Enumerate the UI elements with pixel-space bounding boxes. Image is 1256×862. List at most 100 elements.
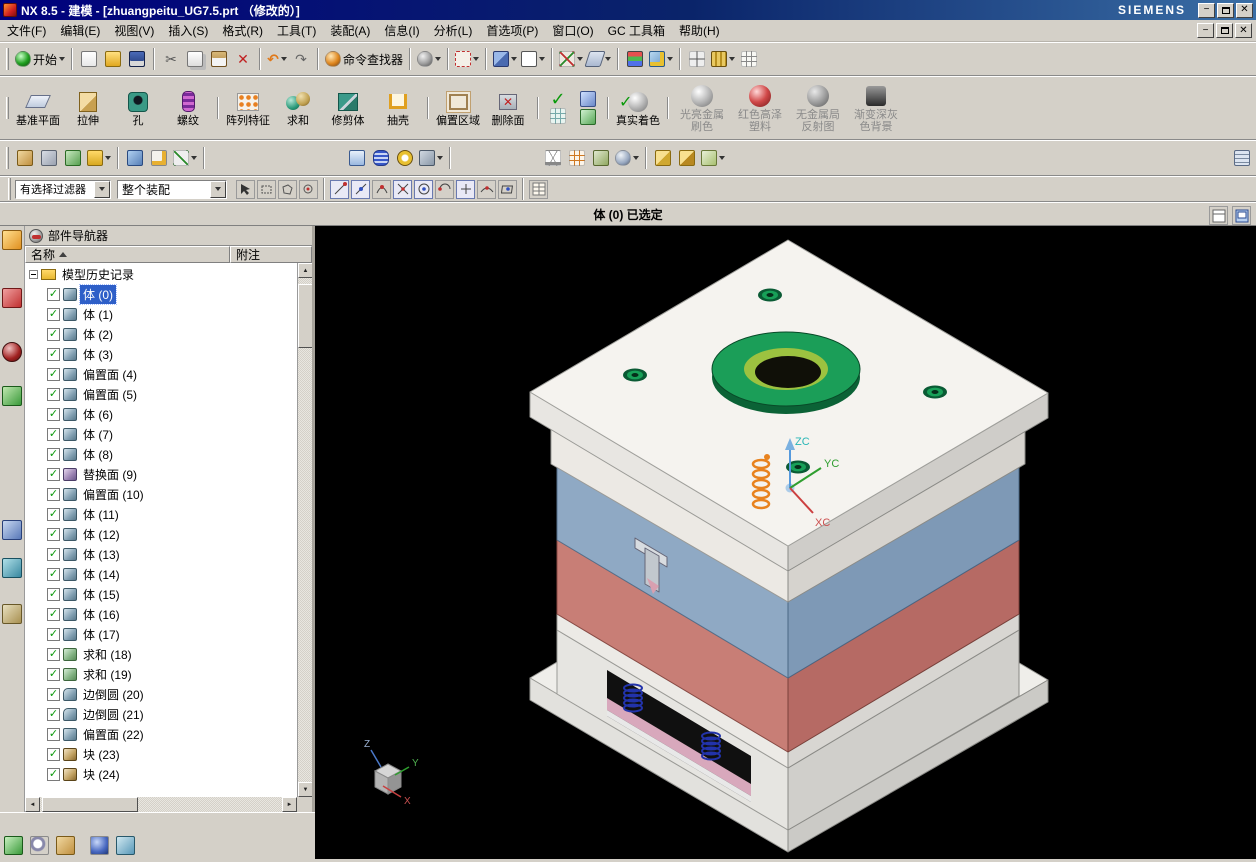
new-file-button[interactable] xyxy=(77,46,101,72)
snap-midpoint-icon[interactable] xyxy=(351,179,370,199)
torus-tool-button[interactable] xyxy=(393,145,417,171)
studio-render-button[interactable] xyxy=(573,82,603,134)
feature-checkbox[interactable]: ✓ xyxy=(47,487,60,501)
feature-checkbox[interactable]: ✓ xyxy=(47,667,60,681)
undo-button[interactable]: ↶ xyxy=(265,46,289,72)
tree-item[interactable]: ✓ 体 (11) xyxy=(25,504,297,524)
scroll-thumb[interactable] xyxy=(42,797,138,812)
tree-item[interactable]: ✓ 求和 (18) xyxy=(25,644,297,664)
delete-face-button[interactable]: ✕ 删除面 xyxy=(483,78,533,138)
tree-item[interactable]: ✓ 偏置面 (4) xyxy=(25,364,297,384)
dropdown-button[interactable] xyxy=(210,180,226,198)
snap-existing-point-icon[interactable] xyxy=(456,179,475,199)
feature-checkbox[interactable]: ✓ xyxy=(47,507,60,521)
tree-item[interactable]: ✓ 块 (24) xyxy=(25,764,297,784)
datum-button[interactable] xyxy=(584,46,613,72)
feature-checkbox[interactable]: ✓ xyxy=(47,547,60,561)
column-note[interactable]: 附注 xyxy=(230,246,312,263)
groove-button[interactable] xyxy=(61,145,85,171)
start-menu-button[interactable]: 开始 xyxy=(13,46,67,72)
child-close-button[interactable]: ✕ xyxy=(1235,23,1252,38)
save-button[interactable] xyxy=(125,46,149,72)
tree-item[interactable]: ✓ 边倒圆 (21) xyxy=(25,704,297,724)
scroll-thumb[interactable] xyxy=(298,284,312,348)
snap-endpoint-icon[interactable] xyxy=(330,179,349,199)
toolbar-grip[interactable] xyxy=(6,97,9,119)
add-component-button[interactable] xyxy=(651,145,675,171)
menu-assemblies[interactable]: 装配(A) xyxy=(323,20,377,42)
assembly-navigator-tab[interactable] xyxy=(2,230,22,250)
tree-item[interactable]: ✓ 体 (14) xyxy=(25,564,297,584)
tree-item[interactable]: ✓ 体 (13) xyxy=(25,544,297,564)
feature-checkbox[interactable]: ✓ xyxy=(47,727,60,741)
tree-item[interactable]: ✓ 求和 (19) xyxy=(25,664,297,684)
offset-region-button[interactable]: 偏置区域 xyxy=(433,78,483,138)
menu-view[interactable]: 视图(V) xyxy=(107,20,161,42)
feature-checkbox[interactable]: ✓ xyxy=(47,427,60,441)
snap-control-point-icon[interactable] xyxy=(372,179,391,199)
menu-analysis[interactable]: 分析(L) xyxy=(427,20,480,42)
part-navigator-header[interactable]: 部件导航器 xyxy=(25,226,312,246)
feature-checkbox[interactable]: ✓ xyxy=(47,287,60,301)
selection-highlight-icon[interactable] xyxy=(299,179,318,199)
create-sketch-icon[interactable] xyxy=(4,836,23,855)
feature-checkbox[interactable]: ✓ xyxy=(47,767,60,781)
part-navigator-tab[interactable] xyxy=(2,342,22,362)
tree-item[interactable]: ✓ 体 (15) xyxy=(25,584,297,604)
feature-checkbox[interactable]: ✓ xyxy=(47,327,60,341)
model-tree-button[interactable] xyxy=(589,145,613,171)
menu-gc-toolbox[interactable]: GC 工具箱 xyxy=(601,20,672,42)
datum-axis-button[interactable] xyxy=(171,145,199,171)
tree-item[interactable]: ✓ 偏置面 (22) xyxy=(25,724,297,744)
feature-checkbox[interactable]: ✓ xyxy=(47,467,60,481)
socket-screw[interactable] xyxy=(758,288,782,302)
toolbar-grip[interactable] xyxy=(6,48,9,70)
snap-point-button[interactable] xyxy=(685,46,709,72)
socket-screw[interactable] xyxy=(623,368,647,382)
snap-point-on-face-icon[interactable] xyxy=(498,179,517,199)
child-minimize-button[interactable]: − xyxy=(1197,23,1214,38)
menu-help[interactable]: 帮助(H) xyxy=(672,20,727,42)
menu-file[interactable]: 文件(F) xyxy=(0,20,53,42)
feature-checkbox[interactable]: ✓ xyxy=(47,707,60,721)
hole-button[interactable]: 孔 xyxy=(113,78,163,138)
feature-checkbox[interactable]: ✓ xyxy=(47,627,60,641)
unite-button[interactable]: 求和 xyxy=(273,78,323,138)
dropdown-button[interactable] xyxy=(94,180,110,198)
pattern-feature-button[interactable]: 阵列特征 xyxy=(223,78,273,138)
column-name[interactable]: 名称 xyxy=(25,246,230,263)
history-tab[interactable] xyxy=(2,604,22,624)
expression-table-button[interactable] xyxy=(565,145,589,171)
tree-item[interactable]: ✓ 偏置面 (10) xyxy=(25,484,297,504)
tree-item[interactable]: ✓ 体 (7) xyxy=(25,424,297,444)
true-shading-button[interactable]: ✓ 真实着色 xyxy=(613,78,663,138)
feature-checkbox[interactable]: ✓ xyxy=(47,587,60,601)
tree-item[interactable]: ✓ 体 (0) xyxy=(25,283,297,305)
datum-plane-button[interactable]: 基准平面 xyxy=(13,78,63,138)
selection-filter-dropdown[interactable]: 有选择过滤器 xyxy=(15,179,111,199)
menu-window[interactable]: 窗口(O) xyxy=(545,20,600,42)
spring-tool-button[interactable] xyxy=(369,145,393,171)
feature-checkbox[interactable]: ✓ xyxy=(47,607,60,621)
scroll-down-button[interactable]: ▼ xyxy=(298,782,312,797)
snap-quadrant-icon[interactable] xyxy=(435,179,454,199)
tree-item[interactable]: ✓ 体 (17) xyxy=(25,624,297,644)
feature-checkbox[interactable]: ✓ xyxy=(47,747,60,761)
thread-button[interactable]: 螺纹 xyxy=(163,78,213,138)
copy-button[interactable] xyxy=(183,46,207,72)
paste-button[interactable] xyxy=(207,46,231,72)
tree-item[interactable]: ✓ 边倒圆 (20) xyxy=(25,684,297,704)
extrude-button[interactable]: 拉伸 xyxy=(63,78,113,138)
open-file-button[interactable] xyxy=(101,46,125,72)
cut-button[interactable]: ✂ xyxy=(159,46,183,72)
tree-item[interactable]: ✓ 体 (8) xyxy=(25,444,297,464)
annotation-button[interactable] xyxy=(147,145,171,171)
feature-checkbox[interactable]: ✓ xyxy=(47,307,60,321)
assembly-options-button[interactable] xyxy=(699,145,727,171)
snap-point-on-curve-icon[interactable] xyxy=(477,179,496,199)
minimize-button[interactable]: − xyxy=(1198,2,1215,18)
fit-view-icon[interactable] xyxy=(116,836,135,855)
boss-button[interactable] xyxy=(37,145,61,171)
pocket-button[interactable] xyxy=(13,145,37,171)
scroll-right-button[interactable]: ► xyxy=(282,797,297,812)
